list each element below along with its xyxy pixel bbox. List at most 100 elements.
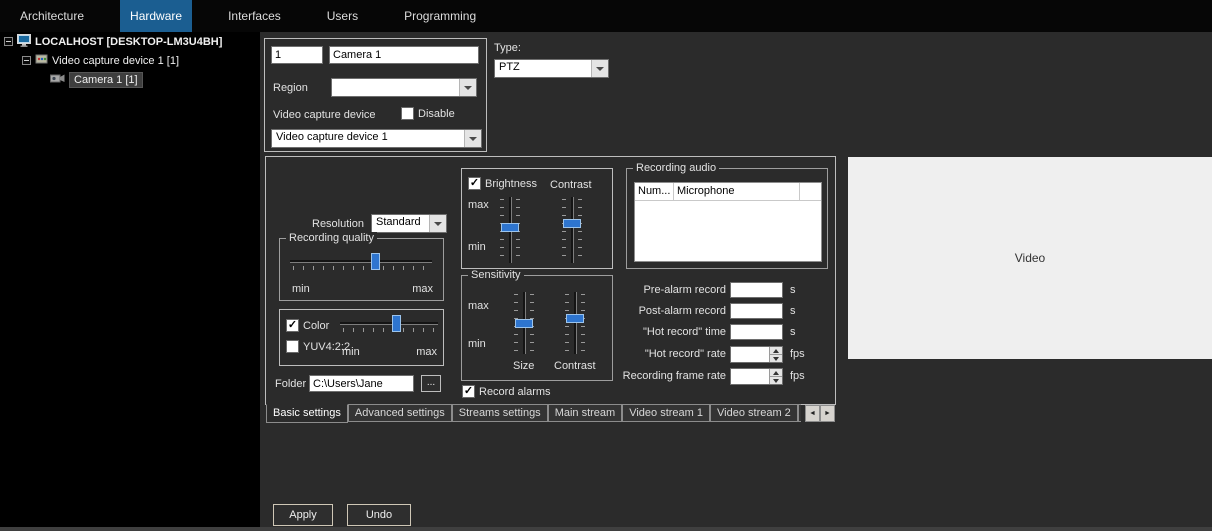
sensitivity-group: Sensitivity max min Size Contrast — [461, 275, 613, 381]
tab-basic-settings[interactable]: Basic settings — [266, 404, 348, 423]
tab-advanced-settings[interactable]: Advanced settings — [348, 404, 452, 422]
basic-settings-panel: Resolution Standard Recording quality mi… — [265, 156, 836, 405]
capture-device-dropdown[interactable]: Video capture device 1 — [271, 129, 482, 148]
resolution-dropdown[interactable]: Standard — [371, 214, 447, 233]
device-tree-sidebar: LOCALHOST [DESKTOP-LM3U4BH] Video captur… — [0, 32, 260, 531]
tree-item-capture-device[interactable]: Video capture device 1 [1] — [0, 51, 260, 70]
slider-track — [571, 197, 573, 263]
max-label: max — [468, 199, 489, 211]
video-preview-label: Video — [1015, 251, 1045, 265]
checkbox-box: ✓ — [286, 319, 299, 332]
yuv-checkbox[interactable]: YUV4:2:2 — [286, 340, 350, 353]
hot-record-rate-label: "Hot record" rate — [596, 348, 726, 360]
brightness-slider[interactable] — [500, 197, 520, 263]
recording-quality-slider[interactable] — [290, 253, 432, 275]
collapse-icon[interactable] — [4, 37, 13, 46]
hot-record-time-unit: s — [790, 326, 796, 338]
hot-record-time-input[interactable] — [730, 324, 783, 340]
sensitivity-contrast-slider[interactable] — [565, 292, 585, 354]
undo-button[interactable]: Undo — [347, 504, 411, 526]
tab-video-stream-2[interactable]: Video stream 2 — [710, 404, 798, 422]
chevron-down-icon[interactable] — [429, 215, 446, 232]
chevron-down-icon[interactable] — [464, 130, 481, 147]
sensitivity-size-slider[interactable] — [514, 292, 534, 354]
resolution-label: Resolution — [312, 218, 364, 230]
type-label: Type: — [494, 42, 521, 54]
slider-ticks — [562, 199, 566, 261]
region-label: Region — [273, 82, 308, 94]
collapse-icon[interactable] — [22, 56, 31, 65]
camera-id-input[interactable] — [271, 46, 323, 64]
folder-label: Folder — [275, 378, 306, 390]
record-alarms-checkbox[interactable]: ✓ Record alarms — [462, 385, 551, 398]
audio-column-number[interactable]: Num... — [635, 183, 674, 200]
spinner-buttons — [769, 347, 782, 362]
spinner-down-icon[interactable] — [769, 376, 782, 384]
slider-thumb[interactable] — [371, 253, 380, 270]
camera-header-box: Region Video capture device Disable Vide… — [264, 38, 487, 152]
computer-icon — [17, 34, 31, 50]
post-alarm-record-input[interactable] — [730, 303, 783, 319]
chevron-down-icon[interactable] — [459, 79, 476, 96]
nav-tab-architecture[interactable]: Architecture — [10, 0, 94, 32]
settings-tab-strip: Basic settings Advanced settings Streams… — [266, 404, 835, 423]
spinner-down-icon[interactable] — [769, 354, 782, 362]
spinner-up-icon[interactable] — [769, 369, 782, 376]
color-settings-box: ✓ Color YUV4:2:2 min max — [279, 309, 444, 366]
nav-tab-users[interactable]: Users — [317, 0, 368, 32]
pre-alarm-record-input[interactable] — [730, 282, 783, 298]
hot-record-rate-unit: fps — [790, 348, 805, 360]
recording-quality-group: Recording quality min max — [279, 238, 444, 301]
type-dropdown[interactable]: PTZ — [494, 59, 609, 78]
window-bottom-edge — [0, 527, 1212, 531]
pre-alarm-record-label: Pre-alarm record — [596, 284, 726, 296]
tab-scroll-left-icon[interactable]: ◄ — [805, 405, 820, 422]
recording-audio-title: Recording audio — [633, 162, 719, 174]
folder-browse-button[interactable]: ... — [421, 375, 441, 392]
camera-icon — [50, 73, 65, 86]
color-slider[interactable] — [340, 315, 438, 337]
apply-button[interactable]: Apply — [273, 504, 333, 526]
slider-thumb[interactable] — [566, 314, 584, 323]
video-preview-panel: Video — [848, 157, 1212, 359]
slider-thumb[interactable] — [501, 223, 519, 232]
audio-column-microphone[interactable]: Microphone — [674, 183, 800, 200]
chevron-down-icon[interactable] — [591, 60, 608, 77]
tab-video[interactable]: Video — [798, 404, 801, 422]
nav-tab-hardware[interactable]: Hardware — [120, 0, 192, 32]
folder-input[interactable] — [309, 375, 414, 392]
nav-tab-interfaces[interactable]: Interfaces — [218, 0, 291, 32]
contrast-slider[interactable] — [562, 197, 582, 263]
slider-thumb[interactable] — [392, 315, 401, 332]
post-alarm-record-label: Post-alarm record — [596, 305, 726, 317]
slider-thumb[interactable] — [563, 219, 581, 228]
top-navigation-bar: Architecture Hardware Interfaces Users P… — [0, 0, 1212, 32]
recording-frame-rate-spinner[interactable] — [730, 368, 783, 385]
type-value: PTZ — [495, 60, 591, 77]
slider-thumb[interactable] — [515, 319, 533, 328]
color-checkbox[interactable]: ✓ Color — [286, 319, 329, 332]
tab-video-stream-1[interactable]: Video stream 1 — [622, 404, 710, 422]
brightness-contrast-box: ✓ Brightness Contrast max min — [461, 168, 613, 269]
camera-name-input[interactable] — [329, 46, 479, 64]
sensitivity-title: Sensitivity — [468, 269, 524, 281]
recording-frame-rate-unit: fps — [790, 370, 805, 382]
brightness-checkbox[interactable]: ✓ Brightness — [468, 177, 537, 190]
slider-track — [340, 322, 438, 324]
post-alarm-unit: s — [790, 305, 796, 317]
spinner-up-icon[interactable] — [769, 347, 782, 354]
tab-main-stream[interactable]: Main stream — [548, 404, 623, 422]
recording-quality-title: Recording quality — [286, 232, 377, 244]
max-label: max — [468, 300, 489, 312]
hot-record-rate-spinner[interactable] — [730, 346, 783, 363]
tab-streams-settings[interactable]: Streams settings — [452, 404, 548, 422]
tree-item-camera[interactable]: Camera 1 [1] — [0, 70, 260, 89]
tree-item-localhost[interactable]: LOCALHOST [DESKTOP-LM3U4BH] — [0, 32, 260, 51]
min-label: min — [292, 283, 310, 295]
disable-checkbox[interactable]: Disable — [401, 107, 455, 120]
nav-tab-programming[interactable]: Programming — [394, 0, 486, 32]
recording-audio-table[interactable]: Num... Microphone — [634, 182, 822, 262]
disable-label: Disable — [418, 108, 455, 120]
region-dropdown[interactable] — [331, 78, 477, 97]
tab-scroll-right-icon[interactable]: ► — [820, 405, 835, 422]
